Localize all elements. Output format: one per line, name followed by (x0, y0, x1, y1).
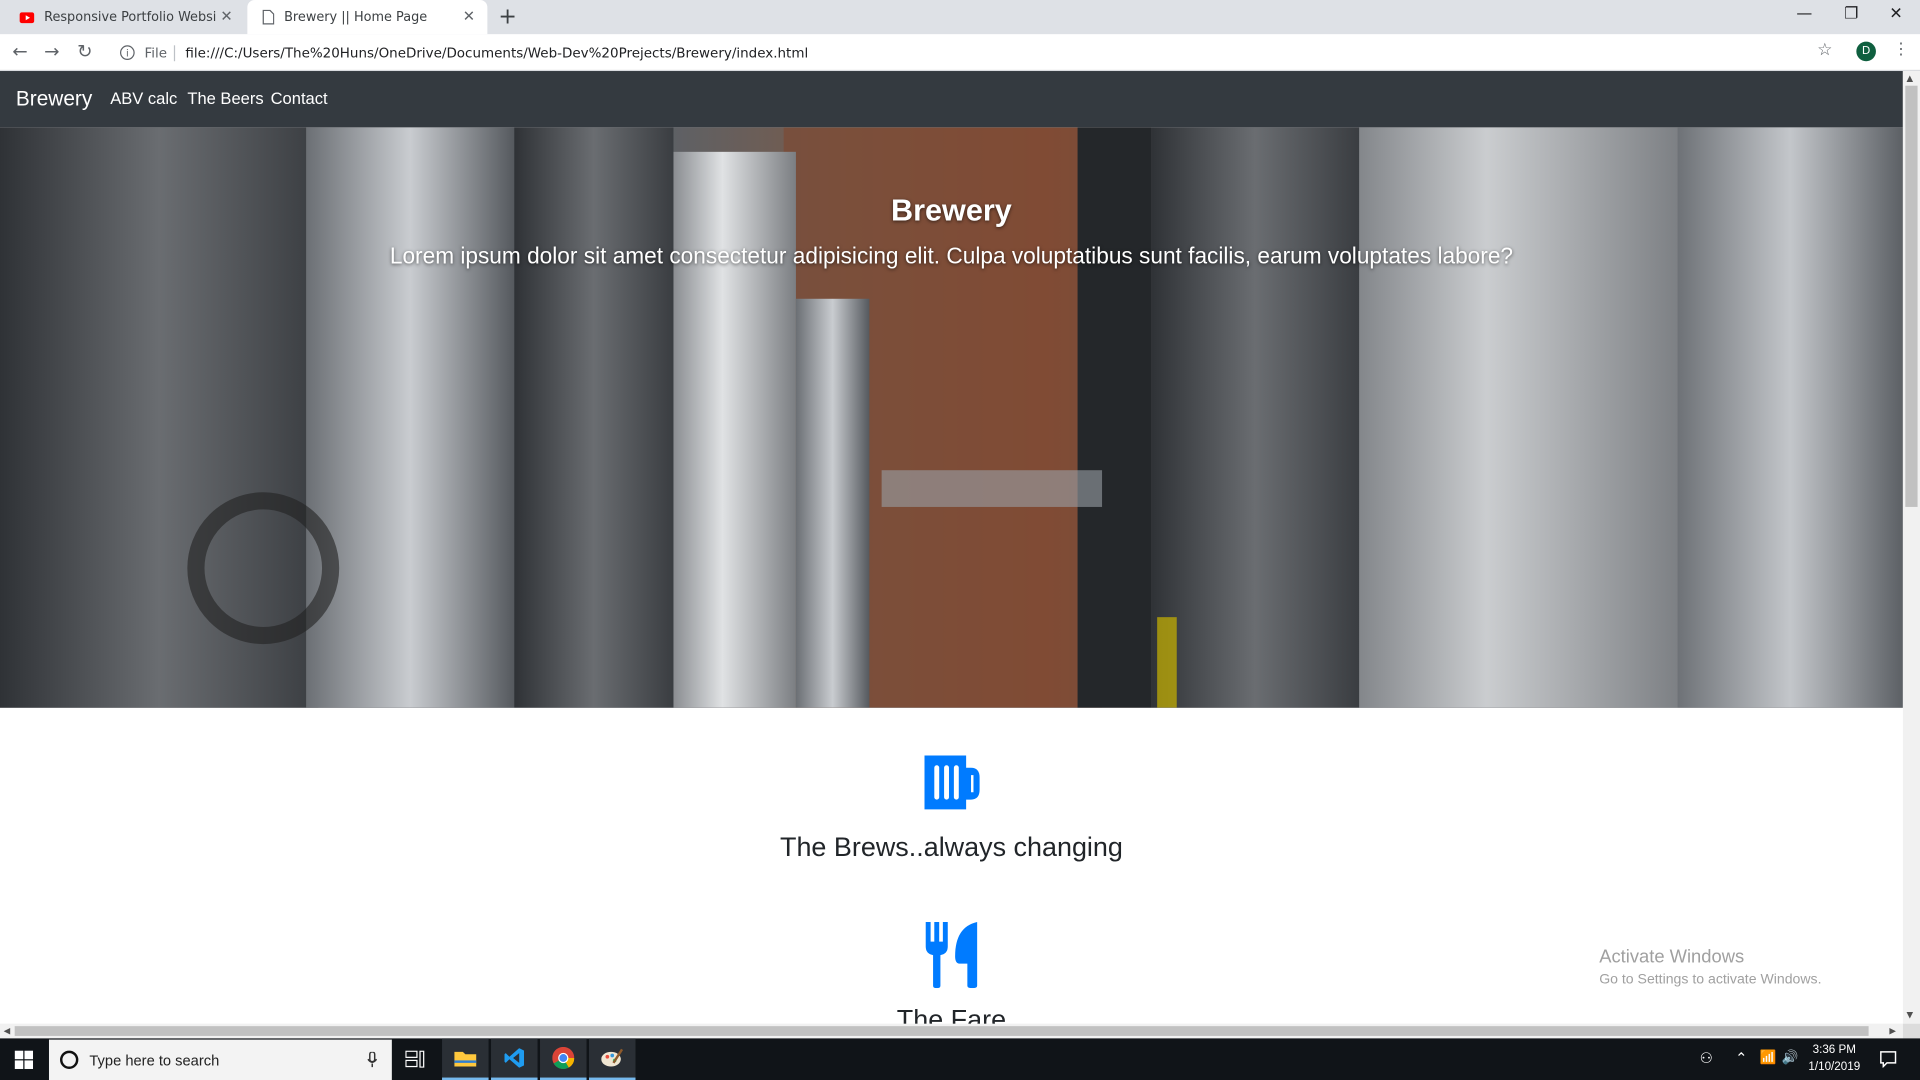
taskbar-search-box[interactable]: Type here to search (48, 1039, 392, 1080)
activate-windows-title: Activate Windows (1599, 946, 1745, 968)
task-view-icon (405, 1050, 425, 1068)
vertical-scroll-thumb[interactable] (1905, 85, 1918, 507)
page-icon (262, 9, 275, 25)
file-explorer-button[interactable] (442, 1038, 489, 1080)
scheme-label: File (144, 44, 176, 61)
forward-icon[interactable]: → (44, 40, 59, 62)
scrollbar-corner (1902, 1023, 1920, 1039)
task-view-button[interactable] (392, 1038, 439, 1080)
url-text[interactable]: file:///C:/Users/The%20Huns/OneDrive/Doc… (185, 45, 808, 61)
address-bar[interactable]: i File file:///C:/Users/The%20Huns/OneDr… (110, 38, 1849, 67)
tab-label: Brewery || Home Page (284, 9, 428, 25)
scroll-up-arrow-icon[interactable]: ▲ (1907, 73, 1914, 83)
feature-title-brews: The Brews..always changing (779, 831, 1123, 863)
show-hidden-icons-icon[interactable]: ⌃ (1735, 1049, 1747, 1066)
clock-date: 1/10/2019 (1808, 1060, 1861, 1074)
tab-portfolio[interactable]: Responsive Portfolio Website [5] ✕ (0, 0, 245, 34)
scroll-down-arrow-icon[interactable]: ▼ (1907, 1010, 1914, 1020)
paint-icon (601, 1048, 624, 1067)
minimize-icon[interactable]: — (1796, 5, 1812, 23)
youtube-icon (19, 11, 35, 23)
beer-mug-icon (924, 755, 980, 810)
new-tab-button[interactable]: + (498, 4, 516, 30)
clock-time: 3:36 PM (1812, 1043, 1856, 1057)
paint-app-button[interactable] (588, 1038, 636, 1080)
horizontal-scroll-thumb[interactable] (14, 1026, 1869, 1036)
activate-windows-hint: Go to Settings to activate Windows. (1599, 972, 1822, 987)
vscode-button[interactable] (491, 1038, 538, 1080)
hero-banner: Brewery Lorem ipsum dolor sit amet conse… (0, 127, 1903, 708)
site-navbar: Brewery ABV calc The Beers Contact (0, 71, 1903, 128)
back-icon[interactable]: ← (12, 40, 27, 62)
utensils-icon (925, 922, 978, 989)
scroll-left-arrow-icon[interactable]: ◀ (4, 1026, 11, 1036)
search-placeholder: Type here to search (89, 1051, 220, 1069)
close-tab-icon[interactable]: ✕ (463, 7, 475, 24)
profile-avatar[interactable]: D (1856, 41, 1876, 62)
close-tab-icon[interactable]: ✕ (220, 7, 232, 24)
folder-icon (454, 1051, 477, 1067)
info-icon[interactable]: i (120, 45, 135, 61)
taskbar-clock[interactable]: 3:36 PM 1/10/2019 (1805, 1042, 1864, 1076)
volume-icon[interactable]: 🔊 (1782, 1049, 1799, 1065)
nav-link-abv-calc[interactable]: ABV calc (110, 89, 177, 107)
tab-label: Responsive Portfolio Website [5] (44, 9, 216, 25)
network-icon[interactable]: 📶 (1760, 1049, 1777, 1065)
menu-dots-icon[interactable]: ⋮ (1893, 40, 1909, 58)
bookmark-star-icon[interactable]: ☆ (1817, 40, 1832, 60)
navbar-brand[interactable]: Brewery (16, 87, 92, 111)
reload-icon[interactable]: ↻ (77, 40, 92, 62)
hero-subtitle: Lorem ipsum dolor sit amet consectetur a… (389, 242, 1514, 269)
chrome-button[interactable] (540, 1038, 587, 1080)
close-window-icon[interactable]: ✕ (1889, 5, 1902, 23)
tab-brewery[interactable]: Brewery || Home Page ✕ (247, 0, 488, 35)
windows-start-icon[interactable] (14, 1050, 34, 1069)
restore-icon[interactable]: ❐ (1844, 5, 1858, 23)
nav-link-the-beers[interactable]: The Beers (187, 89, 263, 107)
browser-tab-strip: Responsive Portfolio Website [5] ✕ Brewe… (0, 0, 1920, 35)
scroll-right-arrow-icon[interactable]: ▶ (1889, 1026, 1896, 1036)
people-icon[interactable]: ⚇ (1700, 1049, 1713, 1066)
cortana-icon (60, 1050, 79, 1069)
microphone-icon[interactable] (367, 1051, 378, 1068)
nav-link-contact[interactable]: Contact (271, 89, 328, 107)
hero-title: Brewery (891, 193, 1012, 228)
notifications-icon[interactable] (1880, 1051, 1897, 1068)
browser-toolbar: ← → ↻ i File file:///C:/Users/The%20Huns… (0, 34, 1920, 72)
windows-taskbar: Type here to search ⚇ ⌃ 📶 🔊 3:36 PM 1/10… (0, 1038, 1920, 1080)
chrome-icon (552, 1046, 575, 1069)
vscode-icon (504, 1048, 525, 1068)
